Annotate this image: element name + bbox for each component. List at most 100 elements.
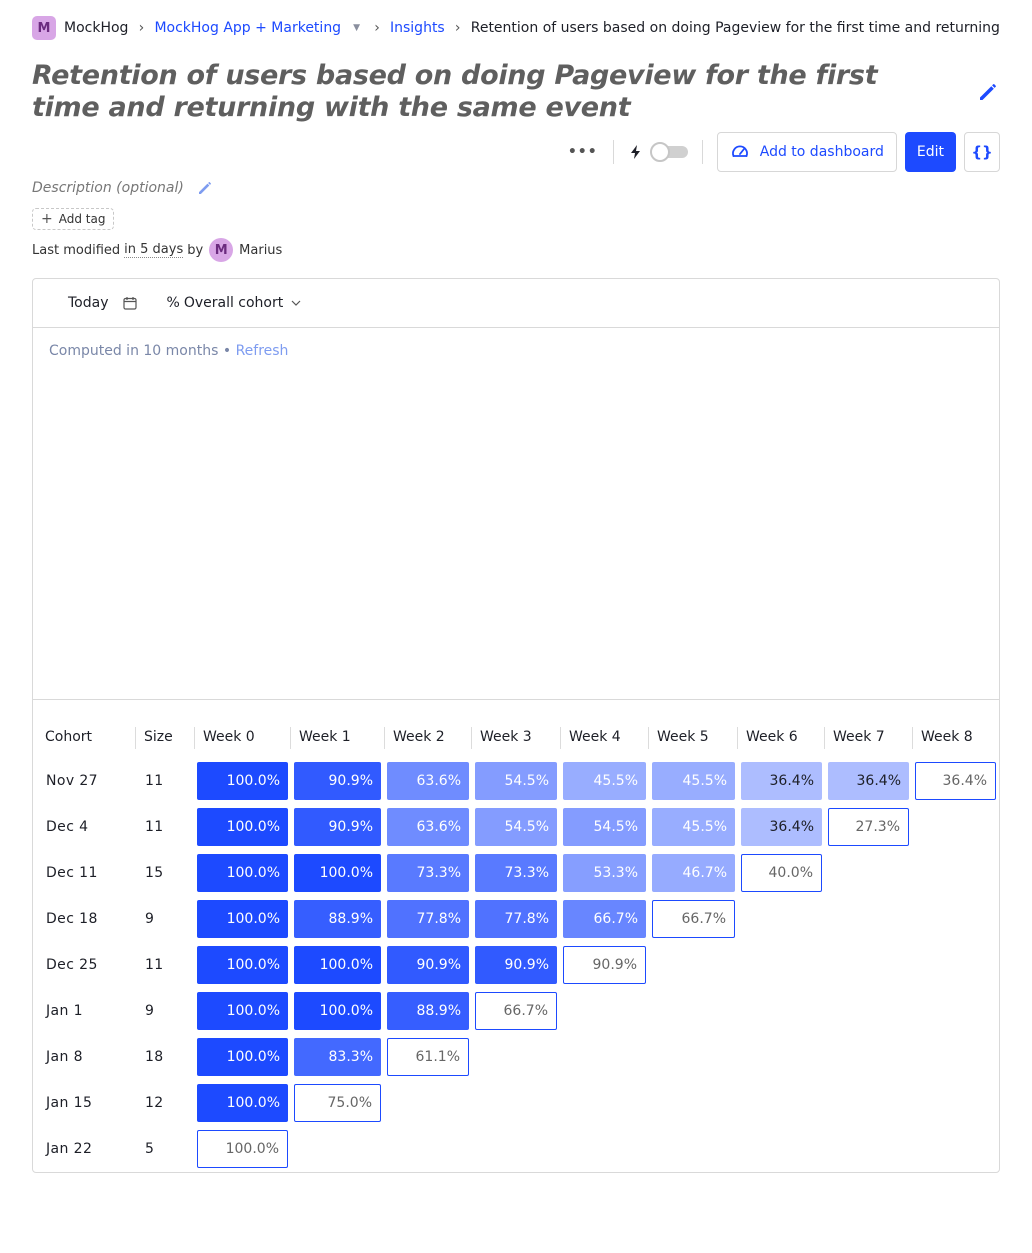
retention-cell[interactable]: 36.4% <box>741 762 822 800</box>
bullet: • <box>222 343 232 359</box>
retention-cell[interactable]: 100.0% <box>197 1084 288 1122</box>
retention-cell[interactable]: 54.5% <box>563 808 646 846</box>
edit-button[interactable]: Edit <box>904 132 956 172</box>
retention-cell[interactable]: 83.3% <box>294 1038 381 1076</box>
breadcrumb-current: Retention of users based on doing Pagevi… <box>470 20 1000 36</box>
retention-cell[interactable]: 45.5% <box>563 762 646 800</box>
retention-cell[interactable]: 90.9% <box>387 946 469 984</box>
retention-cell[interactable]: 66.7% <box>652 900 735 938</box>
retention-cell[interactable]: 66.7% <box>563 900 646 938</box>
column-divider <box>384 727 385 749</box>
retention-cell[interactable]: 100.0% <box>294 992 381 1030</box>
retention-cell[interactable]: 77.8% <box>387 900 469 938</box>
edit-title-icon[interactable] <box>976 80 1000 104</box>
column-divider <box>560 727 561 749</box>
retention-cell[interactable]: 90.9% <box>294 762 381 800</box>
chevron-right-icon: › <box>138 20 145 36</box>
refresh-link[interactable]: Refresh <box>236 343 289 359</box>
plus-icon: + <box>41 211 53 227</box>
org-avatar[interactable]: M <box>32 16 56 40</box>
cohort-label: Jan 22 <box>46 1141 93 1157</box>
retention-cell[interactable]: 100.0% <box>197 946 288 984</box>
retention-cell[interactable]: 73.3% <box>475 854 557 892</box>
last-modified-by: by <box>187 242 204 258</box>
retention-cell[interactable]: 54.5% <box>475 808 557 846</box>
add-to-dashboard-button[interactable]: Add to dashboard <box>716 132 897 172</box>
column-divider <box>135 727 136 749</box>
breadcrumb-org[interactable]: MockHog <box>64 20 128 36</box>
cohort-size: 5 <box>145 1141 155 1157</box>
column-header: Week 0 <box>194 719 255 755</box>
retention-cell[interactable]: 100.0% <box>197 762 288 800</box>
retention-cell[interactable]: 100.0% <box>197 992 288 1030</box>
description-field[interactable]: Description (optional) <box>32 179 214 197</box>
column-header: Cohort <box>45 729 93 745</box>
divider <box>701 140 703 164</box>
retention-cell[interactable]: 100.0% <box>197 1038 288 1076</box>
retention-cell[interactable]: 75.0% <box>294 1084 381 1122</box>
breadcrumb-project[interactable]: MockHog App + Marketing <box>154 20 341 36</box>
cohort-size: 9 <box>145 1003 155 1019</box>
chart-divider <box>33 699 999 700</box>
date-filter-label: Today <box>68 295 109 311</box>
avatar: M <box>209 238 234 262</box>
retention-cell[interactable]: 100.0% <box>197 854 288 892</box>
retention-cell[interactable]: 100.0% <box>197 900 288 938</box>
caret-down-icon[interactable]: ▼ <box>353 23 360 33</box>
retention-cell[interactable]: 88.9% <box>294 900 381 938</box>
live-toggle[interactable] <box>649 142 688 162</box>
retention-cell[interactable]: 73.3% <box>387 854 469 892</box>
retention-cell[interactable]: 100.0% <box>294 854 381 892</box>
column-header: Week 6 <box>737 719 798 755</box>
page-title[interactable]: Retention of users based on doing Pagevi… <box>32 60 952 124</box>
retention-cell[interactable]: 100.0% <box>294 946 381 984</box>
more-options-button[interactable]: ••• <box>567 136 599 168</box>
retention-cell[interactable]: 90.9% <box>475 946 557 984</box>
retention-cell[interactable]: 77.8% <box>475 900 557 938</box>
gauge-icon <box>731 145 748 157</box>
retention-cell[interactable]: 88.9% <box>387 992 469 1030</box>
column-header: Week 1 <box>290 719 351 755</box>
computed-status: Computed in 10 months • Refresh <box>49 343 288 359</box>
retention-cell[interactable]: 63.6% <box>387 808 469 846</box>
insight-card: Today % Overall cohort Computed in 10 mo… <box>32 278 1000 1173</box>
lightning-icon <box>630 145 640 159</box>
retention-cell[interactable]: 61.1% <box>387 1038 469 1076</box>
cohort-mode-label: Overall cohort <box>183 295 284 311</box>
retention-cell[interactable]: 54.5% <box>475 762 557 800</box>
breadcrumb: M MockHog › MockHog App + Marketing ▼ › … <box>32 16 1000 40</box>
retention-cell[interactable]: 45.5% <box>652 762 735 800</box>
retention-cell[interactable]: 27.3% <box>828 808 909 846</box>
description-placeholder: Description (optional) <box>32 180 184 196</box>
retention-cell[interactable]: 66.7% <box>475 992 557 1030</box>
last-modified-prefix: Last modified <box>32 242 121 258</box>
column-header: Week 2 <box>384 719 445 755</box>
column-header: Week 8 <box>912 719 973 755</box>
cohort-mode-select[interactable]: % Overall cohort <box>167 295 302 311</box>
retention-cell[interactable]: 46.7% <box>652 854 735 892</box>
date-filter[interactable]: Today <box>68 295 137 311</box>
retention-cell[interactable]: 53.3% <box>563 854 646 892</box>
retention-cell[interactable]: 100.0% <box>197 1130 288 1168</box>
retention-cell[interactable]: 63.6% <box>387 762 469 800</box>
breadcrumb-insights[interactable]: Insights <box>390 20 445 36</box>
percent-icon: % <box>166 295 180 311</box>
code-button[interactable]: {} <box>964 132 1000 172</box>
column-header: Week 7 <box>824 719 885 755</box>
chevron-right-icon: › <box>454 20 461 36</box>
edit-description-icon[interactable] <box>196 179 214 197</box>
add-tag-button[interactable]: + Add tag <box>32 208 115 230</box>
retention-cell[interactable]: 36.4% <box>741 808 822 846</box>
retention-cell[interactable]: 45.5% <box>652 808 735 846</box>
cohort-size: 11 <box>145 819 164 835</box>
add-tag-label: Add tag <box>58 212 106 226</box>
retention-cell[interactable]: 90.9% <box>563 946 646 984</box>
retention-cell[interactable]: 100.0% <box>197 808 288 846</box>
column-divider <box>824 727 825 749</box>
retention-cell[interactable]: 40.0% <box>741 854 822 892</box>
column-divider <box>471 727 472 749</box>
retention-cell[interactable]: 36.4% <box>915 762 996 800</box>
retention-cell[interactable]: 36.4% <box>828 762 909 800</box>
retention-cell[interactable]: 90.9% <box>294 808 381 846</box>
column-divider <box>912 727 913 749</box>
